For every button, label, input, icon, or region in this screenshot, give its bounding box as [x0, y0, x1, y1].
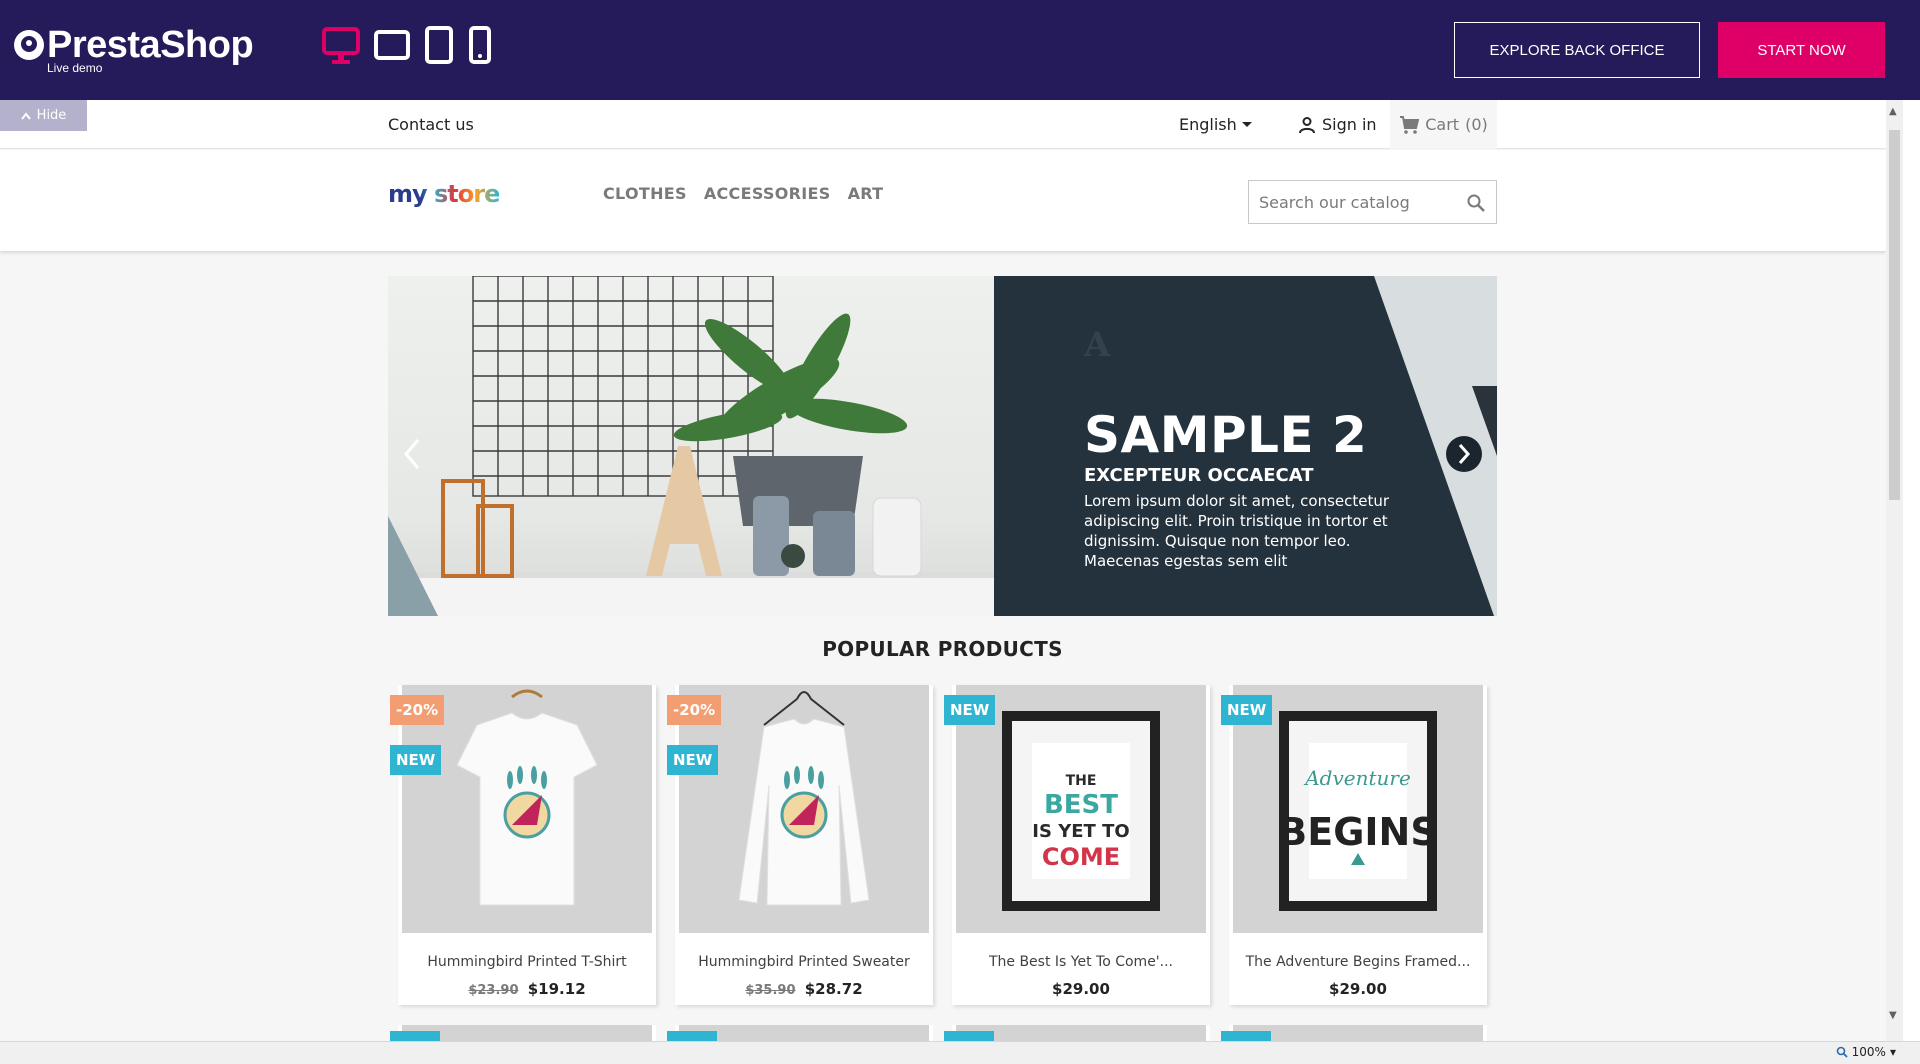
explore-back-office-button[interactable]: EXPLORE BACK OFFICE — [1454, 22, 1700, 78]
product-name[interactable]: The Best Is Yet To Come'... — [952, 954, 1210, 970]
product-price: $28.72 — [804, 980, 863, 998]
homepage-carousel: A SAMPLE 2 EXCEPTEUR OCCAECAT Lorem ipsu… — [388, 276, 1497, 616]
chevron-up-icon — [20, 111, 31, 120]
svg-text:A: A — [1083, 325, 1111, 365]
discount-badge: -20% — [390, 695, 445, 725]
product-price-row: $23.90 $19.12 — [398, 980, 656, 998]
product-price: $29.00 — [1052, 980, 1110, 998]
slide-title: SAMPLE 2 — [1084, 406, 1368, 464]
frame-scrollbar[interactable]: ▲ ▼ — [1886, 100, 1903, 1041]
product-card[interactable]: THE BEST IS YET TO COME NEW The Best Is … — [944, 685, 1210, 1005]
zoom-icon — [1836, 1046, 1848, 1058]
menu-item-art[interactable]: ART — [848, 184, 884, 203]
zoom-dropdown-icon[interactable]: ▾ — [1890, 1045, 1896, 1059]
demo-top-bar: PrestaShop Live demo EXPLORE BACK OFFICE… — [0, 0, 1920, 100]
prestashop-logo[interactable]: PrestaShop — [14, 24, 254, 66]
discount-badge: -20% — [667, 695, 722, 725]
zoom-level: 100% — [1851, 1045, 1886, 1059]
product-card-partial[interactable] — [1221, 1025, 1487, 1041]
product-card[interactable]: -20% NEW Hummingbird Printed T-Shirt $23… — [390, 685, 656, 1005]
svg-text:THE: THE — [1066, 773, 1097, 789]
header-nav: Contact us English Sign in Cart (0) — [0, 100, 1886, 149]
contact-us-link[interactable]: Contact us — [388, 115, 474, 134]
svg-text:BEGINS: BEGINS — [1278, 810, 1437, 854]
scroll-down-icon[interactable]: ▼ — [1889, 1010, 1897, 1021]
product-price-row: $35.90 $28.72 — [675, 980, 933, 998]
sign-in-link[interactable]: Sign in — [1298, 115, 1377, 134]
old-price: $35.90 — [745, 983, 796, 998]
header-top: my store CLOTHES ACCESSORIES ART — [0, 150, 1886, 251]
search-icon[interactable] — [1466, 193, 1486, 213]
search-box — [1248, 180, 1497, 224]
sign-in-label: Sign in — [1322, 115, 1377, 134]
product-name[interactable]: Hummingbird Printed T-Shirt — [398, 954, 656, 970]
menu-item-accessories[interactable]: ACCESSORIES — [704, 184, 831, 203]
tablet-landscape-icon[interactable] — [374, 26, 410, 66]
menu-item-clothes[interactable]: CLOTHES — [603, 184, 687, 203]
product-card[interactable]: Adventure BEGINS NEW The Adventure Begin… — [1221, 685, 1487, 1005]
product-card-partial[interactable] — [944, 1025, 1210, 1041]
product-card-partial[interactable] — [667, 1025, 933, 1041]
browser-status-bar: 100% ▾ — [0, 1041, 1920, 1064]
slide-text: Lorem ipsum dolor sit amet, consectetur … — [1084, 492, 1390, 570]
window-scrollbar-gutter — [1903, 100, 1920, 1041]
cart-count: (0) — [1465, 115, 1488, 134]
prestashop-brand: PrestaShop — [47, 24, 254, 66]
main-menu: CLOTHES ACCESSORIES ART — [603, 184, 883, 203]
old-price: $23.90 — [468, 983, 519, 998]
product-price-row: $29.00 — [1229, 980, 1487, 998]
product-price: $29.00 — [1329, 980, 1387, 998]
mobile-icon[interactable] — [468, 26, 492, 66]
new-badge: NEW — [390, 745, 442, 775]
user-icon — [1299, 116, 1315, 133]
desktop-icon[interactable] — [322, 26, 360, 66]
language-selector[interactable]: English — [1179, 115, 1253, 134]
search-input[interactable] — [1249, 181, 1449, 223]
product-price: $19.12 — [527, 980, 586, 998]
language-label: English — [1179, 115, 1237, 134]
scrollbar-thumb[interactable] — [1889, 130, 1900, 500]
svg-text:IS YET TO: IS YET TO — [1032, 821, 1129, 842]
zoom-control[interactable]: 100% ▾ — [1836, 1045, 1896, 1059]
svg-text:BEST: BEST — [1044, 790, 1118, 820]
product-card[interactable]: -20% NEW Hummingbird Printed Sweater $35… — [667, 685, 933, 1005]
live-demo-label: Live demo — [47, 61, 103, 75]
carousel-next-button[interactable] — [1446, 436, 1482, 472]
start-now-button[interactable]: START NOW — [1718, 22, 1885, 78]
scroll-up-icon[interactable]: ▲ — [1889, 106, 1897, 117]
prestashop-puffin-icon — [14, 30, 44, 60]
cart-label: Cart — [1425, 115, 1460, 134]
store-logo[interactable]: my store — [388, 180, 500, 208]
new-badge: NEW — [944, 695, 996, 725]
chevron-right-icon — [1458, 444, 1471, 464]
hide-label: Hide — [36, 108, 67, 123]
new-badge: NEW — [667, 745, 719, 775]
product-card-partial[interactable] — [390, 1025, 656, 1041]
new-badge: NEW — [1221, 695, 1273, 725]
hide-demo-bar-button[interactable]: Hide — [0, 100, 87, 131]
cart-icon — [1400, 115, 1420, 134]
product-name[interactable]: Hummingbird Printed Sweater — [675, 954, 933, 970]
cart-link[interactable]: Cart (0) — [1390, 100, 1497, 149]
caret-down-icon — [1241, 121, 1252, 127]
svg-text:Adventure: Adventure — [1303, 766, 1411, 790]
store-frame: Contact us English Sign in Cart (0) my s… — [0, 100, 1886, 1041]
device-switcher — [322, 26, 506, 66]
slide-photo-illustration — [388, 276, 994, 616]
slide-image — [388, 276, 994, 616]
slide-subtitle: EXCEPTEUR OCCAECAT — [1084, 465, 1314, 486]
store-logo-text: my store — [388, 180, 500, 208]
svg-text:COME: COME — [1042, 843, 1120, 871]
product-price-row: $29.00 — [952, 980, 1210, 998]
carousel-prev-icon[interactable] — [400, 436, 424, 472]
product-name[interactable]: The Adventure Begins Framed... — [1229, 954, 1487, 970]
tablet-portrait-icon[interactable] — [424, 26, 454, 66]
popular-products-title: POPULAR PRODUCTS — [822, 637, 1063, 661]
